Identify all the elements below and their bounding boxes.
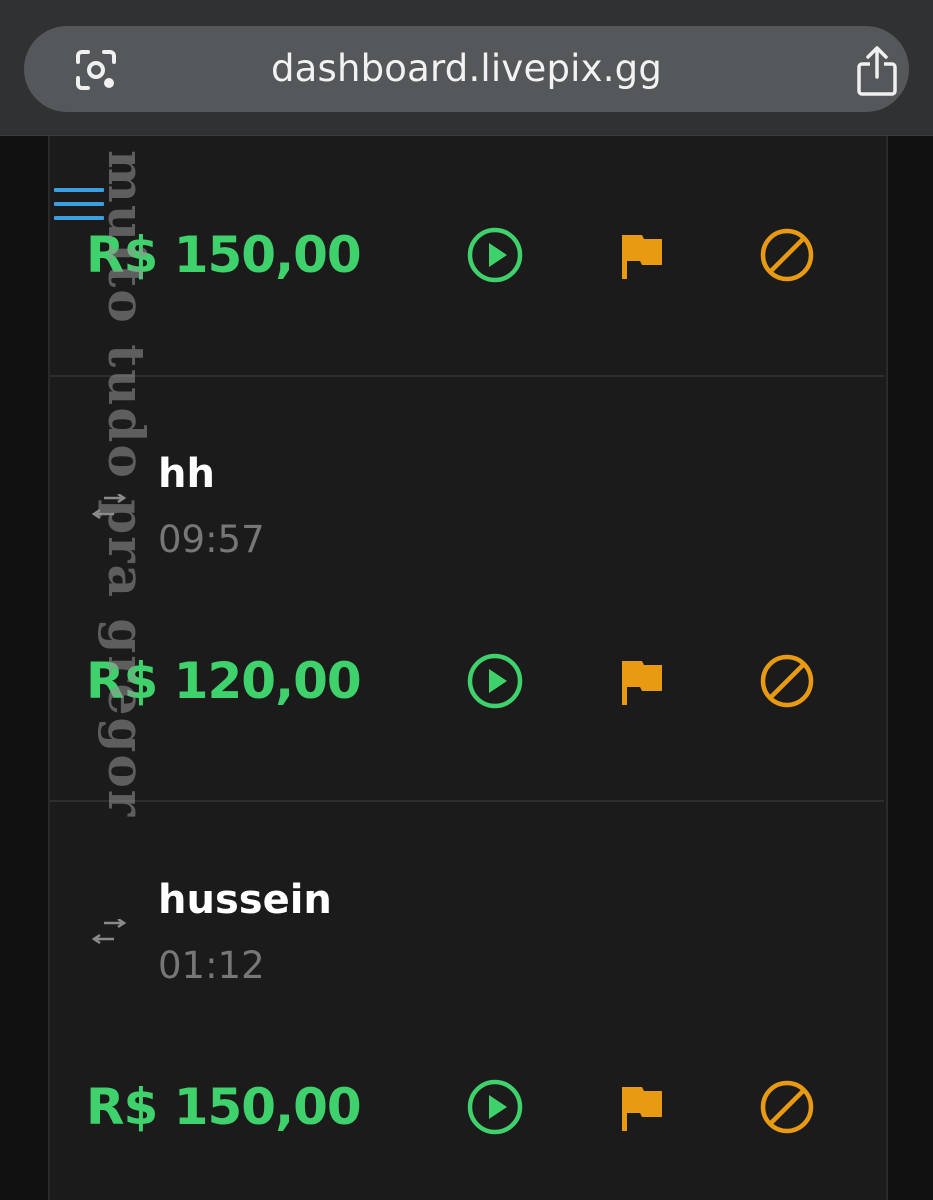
address-bar[interactable]: dashboard.livepix.gg — [24, 26, 909, 112]
block-icon[interactable] — [755, 1075, 819, 1139]
flag-icon[interactable] — [610, 649, 674, 713]
play-circle-icon[interactable] — [463, 649, 527, 713]
browser-toolbar: dashboard.livepix.gg — [0, 0, 933, 136]
donation-amount: R$ 150,00 — [86, 1078, 362, 1136]
url-text[interactable]: dashboard.livepix.gg — [24, 26, 909, 112]
donor-name: hussein — [158, 877, 332, 923]
donation-amount: R$ 150,00 — [86, 226, 362, 284]
donation-amount: R$ 120,00 — [86, 652, 362, 710]
transfer-arrows-icon — [91, 494, 127, 520]
page-content: R$ 150,00 hh 09:57 R$ 120,00 hussein 01:… — [0, 136, 933, 1200]
block-icon[interactable] — [755, 649, 819, 713]
row-divider — [50, 800, 884, 802]
transfer-arrows-icon — [91, 919, 127, 945]
flag-icon[interactable] — [610, 1075, 674, 1139]
share-icon[interactable] — [852, 44, 902, 98]
play-circle-icon[interactable] — [463, 223, 527, 287]
block-icon[interactable] — [755, 223, 819, 287]
hamburger-menu-icon[interactable] — [54, 186, 106, 226]
donation-time: 09:57 — [158, 518, 265, 561]
row-divider — [50, 375, 884, 377]
flag-icon[interactable] — [610, 223, 674, 287]
donor-name: hh — [158, 451, 215, 497]
play-circle-icon[interactable] — [463, 1075, 527, 1139]
donation-time: 01:12 — [158, 944, 265, 987]
